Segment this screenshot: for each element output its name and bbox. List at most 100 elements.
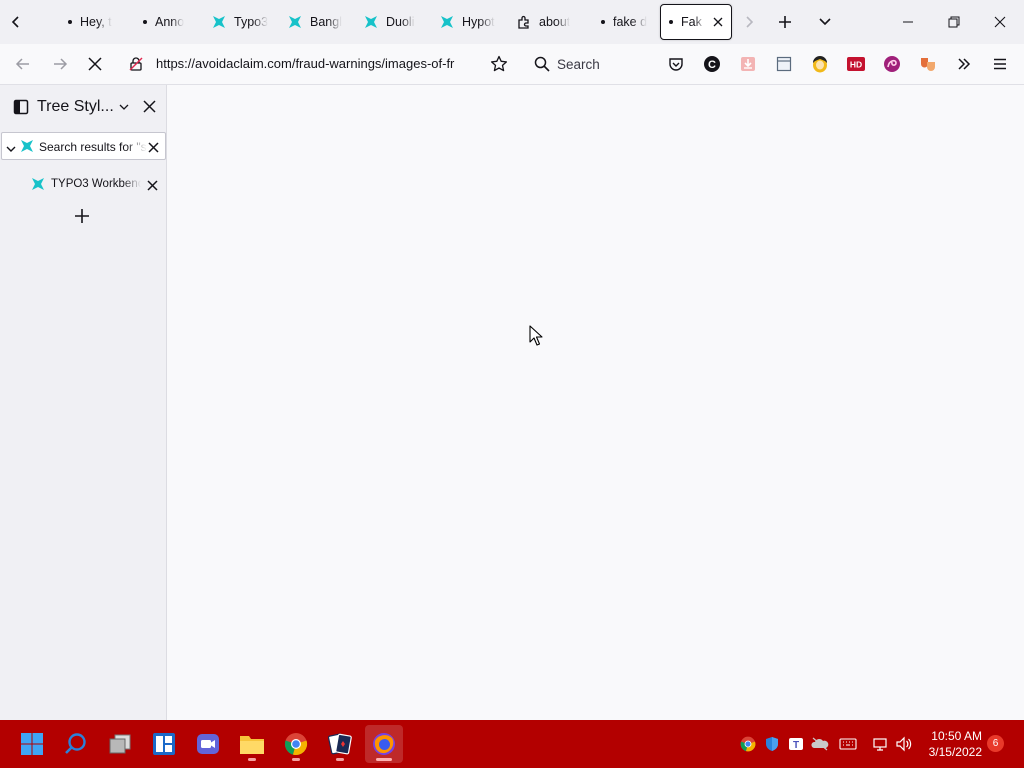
search-box[interactable]: Search [526, 49, 654, 79]
extension-hd-button[interactable]: HD [844, 52, 868, 76]
plus-icon [779, 16, 791, 28]
file-explorer-button[interactable] [233, 725, 271, 763]
tab-hypot[interactable]: Hypot [439, 4, 497, 40]
tab-status-dot [68, 20, 72, 24]
tab-hey[interactable]: Hey, t [68, 4, 122, 40]
svg-text:C: C [708, 59, 716, 71]
tree-tab-close-button[interactable] [148, 140, 159, 158]
sidebar-header: Tree Styl... [0, 85, 166, 129]
clock-date: 3/15/2022 [928, 745, 982, 759]
tray-teams-icon[interactable]: T [786, 734, 806, 754]
sidebar-switcher-button[interactable] [118, 100, 130, 118]
scroll-tabs-left-button[interactable] [2, 8, 30, 36]
collapse-twisty-button[interactable] [6, 141, 16, 159]
chevron-right-icon [746, 16, 754, 28]
cards-icon [328, 733, 352, 755]
task-view-button[interactable] [101, 725, 139, 763]
theater-masks-icon [921, 58, 935, 71]
app-menu-button[interactable] [988, 52, 1012, 76]
solitaire-button[interactable] [321, 725, 359, 763]
tab-status-dot [601, 20, 605, 24]
tray-network-icon[interactable] [870, 734, 890, 754]
search-icon [534, 56, 550, 72]
typo3-icon [439, 14, 455, 30]
arrow-left-icon [15, 58, 29, 70]
windows-taskbar: T 10:50 AM 3/15/2022 [0, 720, 1024, 768]
typo3-icon [363, 14, 379, 30]
address-bar[interactable]: https://avoidaclaim.com/fraud-warnings/i… [122, 49, 520, 79]
stop-icon [88, 57, 102, 71]
widgets-icon [153, 733, 175, 755]
url-text[interactable]: https://avoidaclaim.com/fraud-warnings/i… [156, 56, 482, 71]
extension-masks-button[interactable] [916, 52, 940, 76]
more-tools-button[interactable] [952, 52, 976, 76]
extension-c-button[interactable]: C [700, 52, 724, 76]
tree-tab-search-results[interactable]: Search results for "s [1, 132, 166, 160]
clock-time: 10:50 AM [931, 729, 982, 743]
pocket-icon [669, 58, 683, 71]
new-tab-button[interactable] [771, 8, 799, 36]
sidebar-panel-icon [13, 99, 29, 120]
typo3-icon [211, 14, 227, 30]
minimize-button[interactable] [892, 6, 924, 38]
app-active-indicator [376, 758, 392, 761]
page-content-area[interactable] [168, 86, 1024, 720]
taskbar-search-button[interactable] [57, 725, 95, 763]
close-icon [143, 100, 156, 113]
bookmark-star-icon[interactable] [490, 55, 508, 78]
restore-icon [948, 16, 960, 28]
tab-strip: Hey, t Anno Typo3 Bangl Duoli Hypot abou… [0, 0, 1024, 44]
tab-status-dot [669, 20, 673, 24]
restore-button[interactable] [938, 6, 970, 38]
forward-button[interactable] [45, 50, 75, 78]
search-icon [65, 733, 86, 754]
extension-swirl-button[interactable] [880, 52, 904, 76]
back-button[interactable] [8, 50, 38, 78]
extension-avatar-button[interactable] [808, 52, 832, 76]
tab-status-dot [143, 20, 147, 24]
scroll-tabs-right-button[interactable] [735, 8, 763, 36]
tab-typo3[interactable]: Typo3 [211, 4, 269, 40]
tray-chrome-icon[interactable] [738, 734, 758, 754]
search-placeholder: Search [557, 56, 600, 72]
tab-close-button[interactable] [711, 15, 725, 29]
close-sidebar-button[interactable] [143, 100, 156, 118]
pocket-button[interactable] [664, 52, 688, 76]
tab-label: Duoli [386, 15, 415, 29]
typo3-icon [287, 14, 303, 30]
tab-label: Bangl [310, 15, 342, 29]
tray-onedrive-icon[interactable] [810, 734, 830, 754]
tray-keyboard-icon[interactable] [838, 734, 858, 754]
tree-tab-close-button[interactable] [147, 178, 158, 196]
sidebar-title[interactable]: Tree Styl... [37, 98, 114, 116]
extension-window-button[interactable] [772, 52, 796, 76]
stop-loading-button[interactable] [80, 50, 110, 78]
teams-chat-button[interactable] [189, 725, 227, 763]
close-window-button[interactable] [984, 6, 1016, 38]
tab-about[interactable]: about [516, 4, 578, 40]
tab-bangl[interactable]: Bangl [287, 4, 345, 40]
tray-security-shield-icon[interactable] [762, 734, 782, 754]
tab-label: Hey, t [80, 15, 112, 29]
tab-fake-d[interactable]: fake d [601, 4, 653, 40]
new-tab-button[interactable] [74, 208, 90, 224]
widgets-button[interactable] [145, 725, 183, 763]
video-chat-icon [197, 734, 219, 754]
tab-anno[interactable]: Anno [143, 4, 193, 40]
plus-icon [75, 209, 89, 223]
tracking-protection-icon[interactable] [128, 56, 144, 77]
firefox-button[interactable] [365, 725, 403, 763]
tab-duoli[interactable]: Duoli [363, 4, 421, 40]
list-all-tabs-button[interactable] [811, 8, 839, 36]
tray-volume-icon[interactable] [894, 734, 914, 754]
tree-tab-typo3-workbench[interactable]: TYPO3 Workbench [1, 171, 166, 197]
system-clock[interactable]: 10:50 AM 3/15/2022 [918, 728, 982, 760]
notification-count-badge[interactable]: 6 [987, 735, 1004, 752]
extension-download-button[interactable] [736, 52, 760, 76]
chevron-down-icon [6, 146, 16, 152]
window-icon [776, 56, 792, 72]
chrome-button[interactable] [277, 725, 315, 763]
start-button[interactable] [13, 725, 51, 763]
double-chevron-right-icon [958, 58, 971, 70]
tab-fak-active[interactable]: Fak [660, 4, 732, 40]
